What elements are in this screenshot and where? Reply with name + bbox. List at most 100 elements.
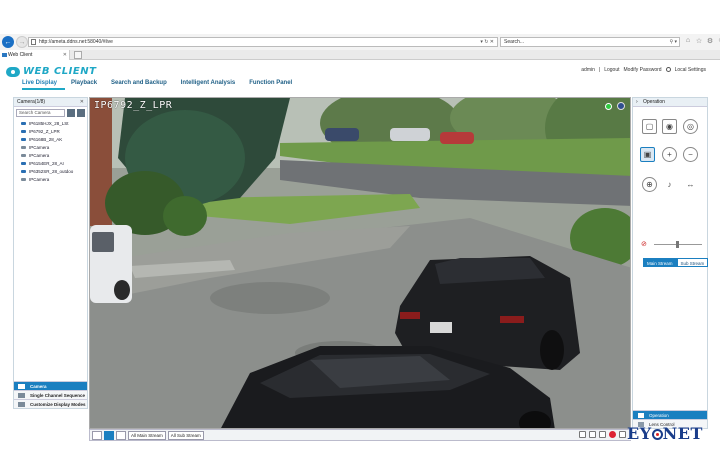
microphone-icon[interactable]: ♪ (662, 177, 677, 192)
modify-password-link[interactable]: Modify Password (624, 67, 662, 73)
url-text: http://ameta.ddns.net:58040/#live (39, 39, 113, 45)
browser-search-placeholder: Search... (504, 39, 525, 45)
operation-tab-icon (638, 413, 644, 418)
tab-customize-display-modes[interactable]: Customize Display Modes (14, 399, 87, 408)
separator: | (598, 67, 601, 73)
stop-all-icon[interactable] (609, 431, 616, 438)
close-all-icon[interactable] (619, 431, 626, 438)
sub-stream-button[interactable]: Sub Stream (676, 258, 709, 267)
menu-live-display[interactable]: Live Display (22, 80, 66, 90)
tab-camera[interactable]: Camera (14, 381, 87, 390)
camera-icon (21, 137, 26, 141)
menu-search-backup[interactable]: Search and Backup (111, 80, 175, 90)
camera-list-item[interactable]: IP6154ER_28_AI (14, 159, 87, 167)
audio-icon[interactable] (599, 431, 606, 438)
toolbar-right-icons (579, 431, 626, 438)
3d-positioning-icon[interactable]: ⊕ (642, 177, 657, 192)
live-video-view[interactable]: IP6792_Z_LPR (89, 97, 631, 429)
instant-playback-icon[interactable]: ◎ (683, 119, 698, 134)
camera-panel-title: Camera(1/8) (17, 99, 46, 105)
all-sub-stream-button[interactable]: All Sub Stream (167, 430, 204, 440)
camera-offline-icon (21, 177, 26, 181)
snapshot-icon[interactable]: ▢ (642, 119, 657, 134)
eyeonet-watermark-logo: EY NET (627, 424, 703, 443)
camera-name: IP6154ER_28_AI (29, 160, 64, 166)
local-settings-link[interactable]: Local Settings (675, 67, 706, 73)
fullscreen-icon[interactable] (116, 430, 126, 440)
layout-4-icon[interactable] (104, 430, 114, 440)
camera-panel: Camera(1/8) ✕ Search Camera IP6185HJX_28… (13, 97, 88, 409)
camera-list-item[interactable]: IPCamera (14, 151, 87, 159)
zoom-out-icon[interactable]: − (683, 147, 698, 162)
collapse-arrow-icon[interactable]: › (636, 98, 638, 107)
camera-name: IPCamera (29, 176, 50, 182)
search-button-icon[interactable] (67, 109, 76, 117)
star-icon[interactable]: ☆ (695, 37, 703, 45)
ptz-icon[interactable] (617, 102, 625, 110)
camera-panel-tabs: Camera Single Channel Sequence Customize… (14, 381, 87, 408)
camera-name: IPCamera (29, 152, 50, 158)
camera-name: IP6792_Z_LPR (29, 128, 60, 134)
close-tab-icon[interactable]: ✕ (63, 50, 67, 60)
collapse-icon[interactable]: ✕ (80, 98, 84, 107)
record-all-icon[interactable] (589, 431, 596, 438)
browser-tab[interactable]: Web Client ✕ (0, 50, 70, 60)
camera-name: IP6168B_28_AK (29, 136, 63, 142)
digital-zoom-icon[interactable]: ▣ (640, 147, 655, 162)
stretch-icon[interactable]: ↔ (683, 177, 698, 192)
home-icon[interactable]: ⌂ (684, 37, 692, 45)
layout-1-icon[interactable] (92, 430, 102, 440)
back-arrow-icon[interactable]: ← (2, 36, 14, 48)
sequence-icon (18, 393, 25, 398)
camera-list-item[interactable]: IP6168B_28_AK (14, 135, 87, 143)
menu-intelligent-analysis[interactable]: Intelligent Analysis (181, 80, 243, 90)
browser-search-input[interactable]: Search... ⚲ ▾ (500, 37, 680, 47)
camera-name: IPCamera (29, 144, 50, 150)
camera-list-item[interactable]: IPCamera (14, 175, 87, 183)
all-main-stream-button[interactable]: All Main Stream (128, 430, 166, 440)
camera-list-item[interactable]: IPCamera (14, 143, 87, 151)
favicon-icon (2, 53, 7, 57)
menu-playback[interactable]: Playback (71, 80, 105, 90)
forward-arrow-icon[interactable]: → (16, 36, 28, 48)
camera-list-item[interactable]: IP6792_Z_LPR (14, 127, 87, 135)
camera-list-item[interactable]: IP6352SR_28_outdoo (14, 167, 87, 175)
stream-switch: Main Stream Sub Stream (643, 258, 709, 267)
tab-operation[interactable]: Operation (633, 410, 707, 419)
camera-offline-icon (21, 153, 26, 157)
snapshot-all-icon[interactable] (579, 431, 586, 438)
main-menu: Live Display Playback Search and Backup … (22, 80, 306, 90)
browser-tab-strip: Web Client ✕ (0, 50, 720, 60)
camera-osd-label: IP6792_Z_LPR (94, 100, 173, 111)
zoom-in-icon[interactable]: + (662, 147, 677, 162)
watermark-eye-icon (651, 429, 663, 440)
camera-list-item[interactable]: IP6185HJX_28_LSt (14, 119, 87, 127)
new-tab-button[interactable] (74, 51, 82, 59)
gear-icon[interactable]: ⚙ (706, 37, 714, 45)
tab-label: Single Channel Sequence (30, 393, 86, 398)
tab-label: Camera (30, 384, 47, 389)
camera-search-input[interactable]: Search Camera (16, 109, 66, 117)
record-icon[interactable]: ◉ (662, 119, 677, 134)
video-toolbar: All Main Stream All Sub Stream (89, 429, 631, 441)
camera-icon (21, 129, 26, 133)
main-stream-button[interactable]: Main Stream (643, 258, 677, 267)
operation-title: Operation (643, 99, 665, 105)
user-links: admin | Logout Modify Password Local Set… (581, 67, 706, 73)
tab-title: Web Client (8, 52, 33, 58)
tab-single-channel-sequence[interactable]: Single Channel Sequence (14, 390, 87, 399)
logo-text: WEB CLIENT (23, 66, 97, 77)
menu-function-panel[interactable]: Function Panel (249, 80, 300, 90)
refresh-icon[interactable]: ▾ ↻ ✕ (480, 38, 494, 46)
volume-control: ⊘ (641, 240, 702, 248)
logout-link[interactable]: Logout (604, 67, 619, 73)
volume-slider-handle[interactable] (675, 241, 679, 248)
app-header: WEB CLIENT admin | Logout Modify Passwor… (0, 61, 720, 97)
page-icon (31, 39, 36, 45)
operation-panel: › Operation ▢ ◉ ◎ ▣ + − ⊕ ♪ ↔ ⊘ Main Str… (632, 97, 709, 429)
list-view-icon[interactable] (77, 109, 86, 117)
search-icon[interactable]: ⚲ ▾ (669, 38, 677, 46)
camera-icon (21, 169, 26, 173)
url-input[interactable]: http://ameta.ddns.net:58040/#live ▾ ↻ ✕ (28, 37, 498, 47)
mute-icon[interactable]: ⊘ (641, 240, 650, 248)
